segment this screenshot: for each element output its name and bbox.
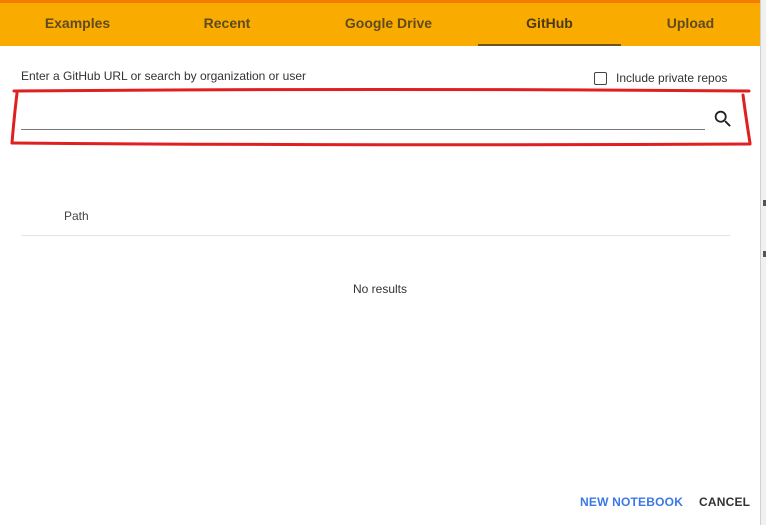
background-page-edge <box>760 0 766 525</box>
search-button[interactable] <box>712 108 734 130</box>
path-column-header: Path <box>64 209 89 223</box>
no-results-message: No results <box>352 282 408 296</box>
include-private-repos-label: Include private repos <box>616 71 728 85</box>
active-tab-indicator <box>478 44 621 46</box>
tab-bar: Examples Recent Google Drive GitHub Uplo… <box>0 3 760 46</box>
header-divider <box>21 235 730 236</box>
tab-recent[interactable]: Recent <box>155 3 299 46</box>
tab-github[interactable]: GitHub <box>478 3 621 46</box>
tab-examples[interactable]: Examples <box>0 3 155 46</box>
tab-upload[interactable]: Upload <box>621 3 760 46</box>
github-search-input[interactable] <box>21 107 705 130</box>
cancel-button[interactable]: CANCEL <box>699 495 750 509</box>
include-private-repos-option[interactable]: Include private repos <box>594 70 727 86</box>
tab-google-drive[interactable]: Google Drive <box>299 3 478 46</box>
include-private-repos-checkbox[interactable] <box>594 71 607 85</box>
tab-github-label: GitHub <box>526 15 573 31</box>
open-notebook-dialog: Examples Recent Google Drive GitHub Uplo… <box>0 0 760 525</box>
search-icon <box>714 110 731 127</box>
github-url-hint: Enter a GitHub URL or search by organiza… <box>21 69 307 83</box>
new-notebook-button[interactable]: NEW NOTEBOOK <box>580 495 683 509</box>
